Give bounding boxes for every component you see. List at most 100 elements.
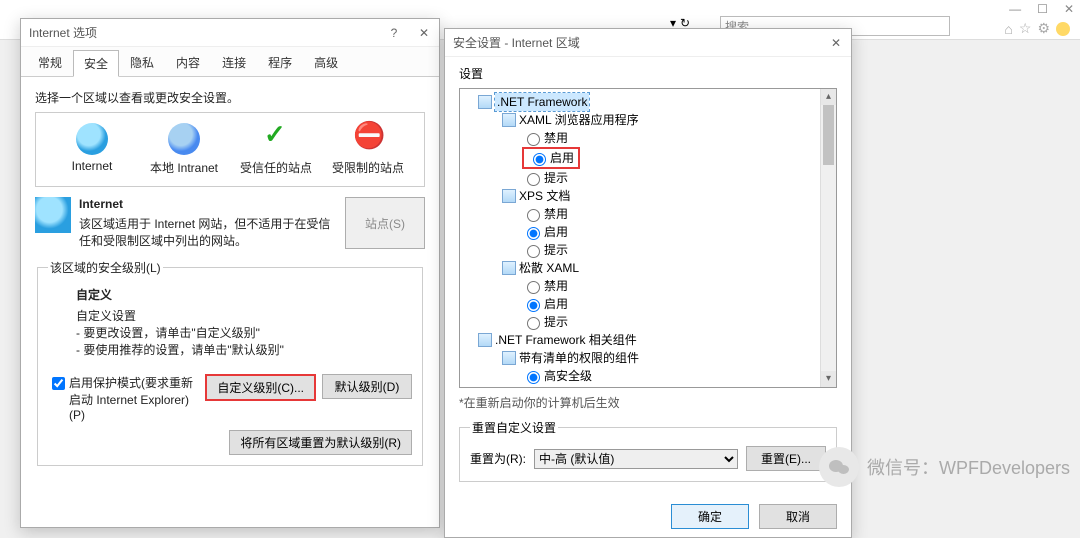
wechat-icon [819, 447, 859, 487]
radio-enable[interactable] [527, 299, 540, 312]
radio-enable[interactable] [533, 153, 546, 166]
tree-node-xaml-browser[interactable]: XAML 浏览器应用程序 [519, 113, 639, 127]
restart-note: *在重新启动你的计算机后生效 [445, 392, 851, 413]
reset-to-select[interactable]: 中-高 (默认值) [534, 449, 738, 469]
zone-label: Internet [52, 159, 132, 173]
level-line: - 要使用推荐的设置，请单击"默认级别" [76, 341, 412, 358]
radio-prompt[interactable] [527, 173, 540, 186]
security-level-group: 该区域的安全级别(L) 自定义 自定义设置 - 要更改设置，请单击"自定义级别"… [37, 259, 423, 466]
zone-label: 受信任的站点 [236, 159, 316, 176]
level-line: - 要更改设置，请单击"自定义级别" [76, 324, 412, 341]
reset-all-zones-button[interactable]: 将所有区域重置为默认级别(R) [229, 430, 412, 455]
radio-label: 提示 [544, 169, 568, 187]
tree-node-netfx[interactable]: .NET Framework [495, 93, 589, 111]
settings-tree-panel: .NET Framework XAML 浏览器应用程序 禁用 启用 提示 XPS… [459, 88, 837, 388]
close-icon[interactable]: ✕ [821, 29, 851, 57]
tree-node-xps[interactable]: XPS 文档 [519, 189, 570, 203]
minimize-icon[interactable]: — [1009, 2, 1021, 16]
zone-instruction: 选择一个区域以查看或更改安全设置。 [35, 89, 425, 106]
globe-icon [35, 197, 71, 233]
tab-privacy[interactable]: 隐私 [119, 49, 165, 76]
radio-disable[interactable] [527, 133, 540, 146]
dialog-titlebar: Internet 选项 ? ✕ [21, 19, 439, 47]
tree-node-simple-perm[interactable]: 带有清单的权限的组件 [519, 351, 639, 365]
wechat-label: 微信号：WPFDevelopers [867, 454, 1070, 480]
protected-mode-label: 启用保护模式(要求重新启动 Internet Explorer)(P) [69, 374, 199, 422]
reset-button[interactable]: 重置(E)... [746, 446, 826, 471]
sites-button[interactable]: 站点(S) [345, 197, 425, 249]
radio-label: 禁用 [544, 385, 568, 387]
radio-label: 启用 [550, 149, 574, 167]
intranet-icon [168, 123, 200, 155]
tab-security[interactable]: 安全 [73, 50, 119, 77]
radio-label: 提示 [544, 313, 568, 331]
tree-node-netfx-related[interactable]: .NET Framework 相关组件 [495, 333, 637, 347]
close-icon[interactable]: ✕ [409, 19, 439, 47]
globe-icon [76, 123, 108, 155]
category-icon [502, 261, 516, 275]
cancel-button[interactable]: 取消 [759, 504, 837, 529]
tabstrip: 常规 安全 隐私 内容 连接 程序 高级 [21, 47, 439, 77]
reset-group: 重置自定义设置 重置为(R): 中-高 (默认值) 重置(E)... [459, 419, 837, 482]
maximize-icon[interactable]: ☐ [1037, 2, 1048, 16]
zone-label: 本地 Intranet [144, 159, 224, 176]
radio-enable[interactable] [527, 227, 540, 240]
scroll-thumb[interactable] [823, 105, 834, 165]
radio-label: 提示 [544, 241, 568, 259]
dialog-title: Internet 选项 [29, 24, 97, 41]
radio-prompt[interactable] [527, 245, 540, 258]
restrict-icon [352, 123, 384, 155]
home-icon[interactable]: ⌂ [1004, 21, 1012, 37]
tab-connections[interactable]: 连接 [211, 49, 257, 76]
zone-description: 该区域适用于 Internet 网站，但不适用于在受信任和受限制区域中列出的网站… [79, 215, 337, 249]
check-icon [260, 123, 292, 155]
radio-label: 禁用 [544, 205, 568, 223]
reset-legend: 重置自定义设置 [470, 419, 558, 436]
category-icon [502, 351, 516, 365]
scroll-down-icon[interactable]: ▾ [821, 371, 836, 387]
tools-icon[interactable]: ⚙ [1037, 20, 1050, 37]
tab-advanced[interactable]: 高级 [303, 49, 349, 76]
ok-button[interactable]: 确定 [671, 504, 749, 529]
security-level-legend: 该区域的安全级别(L) [48, 259, 163, 276]
custom-level-button[interactable]: 自定义级别(C)... [205, 374, 316, 401]
tab-programs[interactable]: 程序 [257, 49, 303, 76]
tree-node-loose-xaml[interactable]: 松散 XAML [519, 261, 579, 275]
zone-title: Internet [79, 197, 337, 211]
category-icon [478, 95, 492, 109]
radio-label: 高安全级 [544, 367, 592, 385]
zone-selector: Internet 本地 Intranet 受信任的站点 受限制的站点 [35, 112, 425, 187]
reset-to-label: 重置为(R): [470, 450, 526, 467]
zone-trusted[interactable]: 受信任的站点 [236, 123, 316, 176]
wechat-watermark: 微信号：WPFDevelopers [819, 447, 1070, 487]
tab-general[interactable]: 常规 [27, 49, 73, 76]
category-icon [502, 189, 516, 203]
radio-disable[interactable] [527, 209, 540, 222]
dialog-titlebar: 安全设置 - Internet 区域 ✕ [445, 29, 851, 57]
internet-options-dialog: Internet 选项 ? ✕ 常规 安全 隐私 内容 连接 程序 高级 选择一… [20, 18, 440, 528]
category-icon [478, 333, 492, 347]
level-name: 自定义 [76, 286, 412, 303]
help-icon[interactable]: ? [379, 19, 409, 47]
feedback-icon[interactable] [1056, 22, 1070, 36]
radio-disable[interactable] [527, 281, 540, 294]
tab-content[interactable]: 内容 [165, 49, 211, 76]
radio-prompt[interactable] [527, 317, 540, 330]
tree-scrollbar[interactable]: ▴ ▾ [820, 89, 836, 387]
zone-restricted[interactable]: 受限制的站点 [328, 123, 408, 176]
favorites-icon[interactable]: ☆ [1019, 20, 1032, 37]
close-icon[interactable]: ✕ [1064, 2, 1074, 16]
settings-label: 设置 [445, 57, 851, 82]
default-level-button[interactable]: 默认级别(D) [322, 374, 412, 399]
radio-label: 禁用 [544, 129, 568, 147]
zone-internet[interactable]: Internet [52, 123, 132, 176]
settings-tree[interactable]: .NET Framework XAML 浏览器应用程序 禁用 启用 提示 XPS… [460, 89, 836, 387]
radio-label: 启用 [544, 223, 568, 241]
zone-intranet[interactable]: 本地 Intranet [144, 123, 224, 176]
radio-label: 启用 [544, 295, 568, 313]
scroll-up-icon[interactable]: ▴ [821, 89, 836, 105]
radio-highsec[interactable] [527, 371, 540, 384]
dialog-title: 安全设置 - Internet 区域 [453, 34, 580, 51]
protected-mode-checkbox[interactable] [52, 377, 65, 390]
category-icon [502, 113, 516, 127]
